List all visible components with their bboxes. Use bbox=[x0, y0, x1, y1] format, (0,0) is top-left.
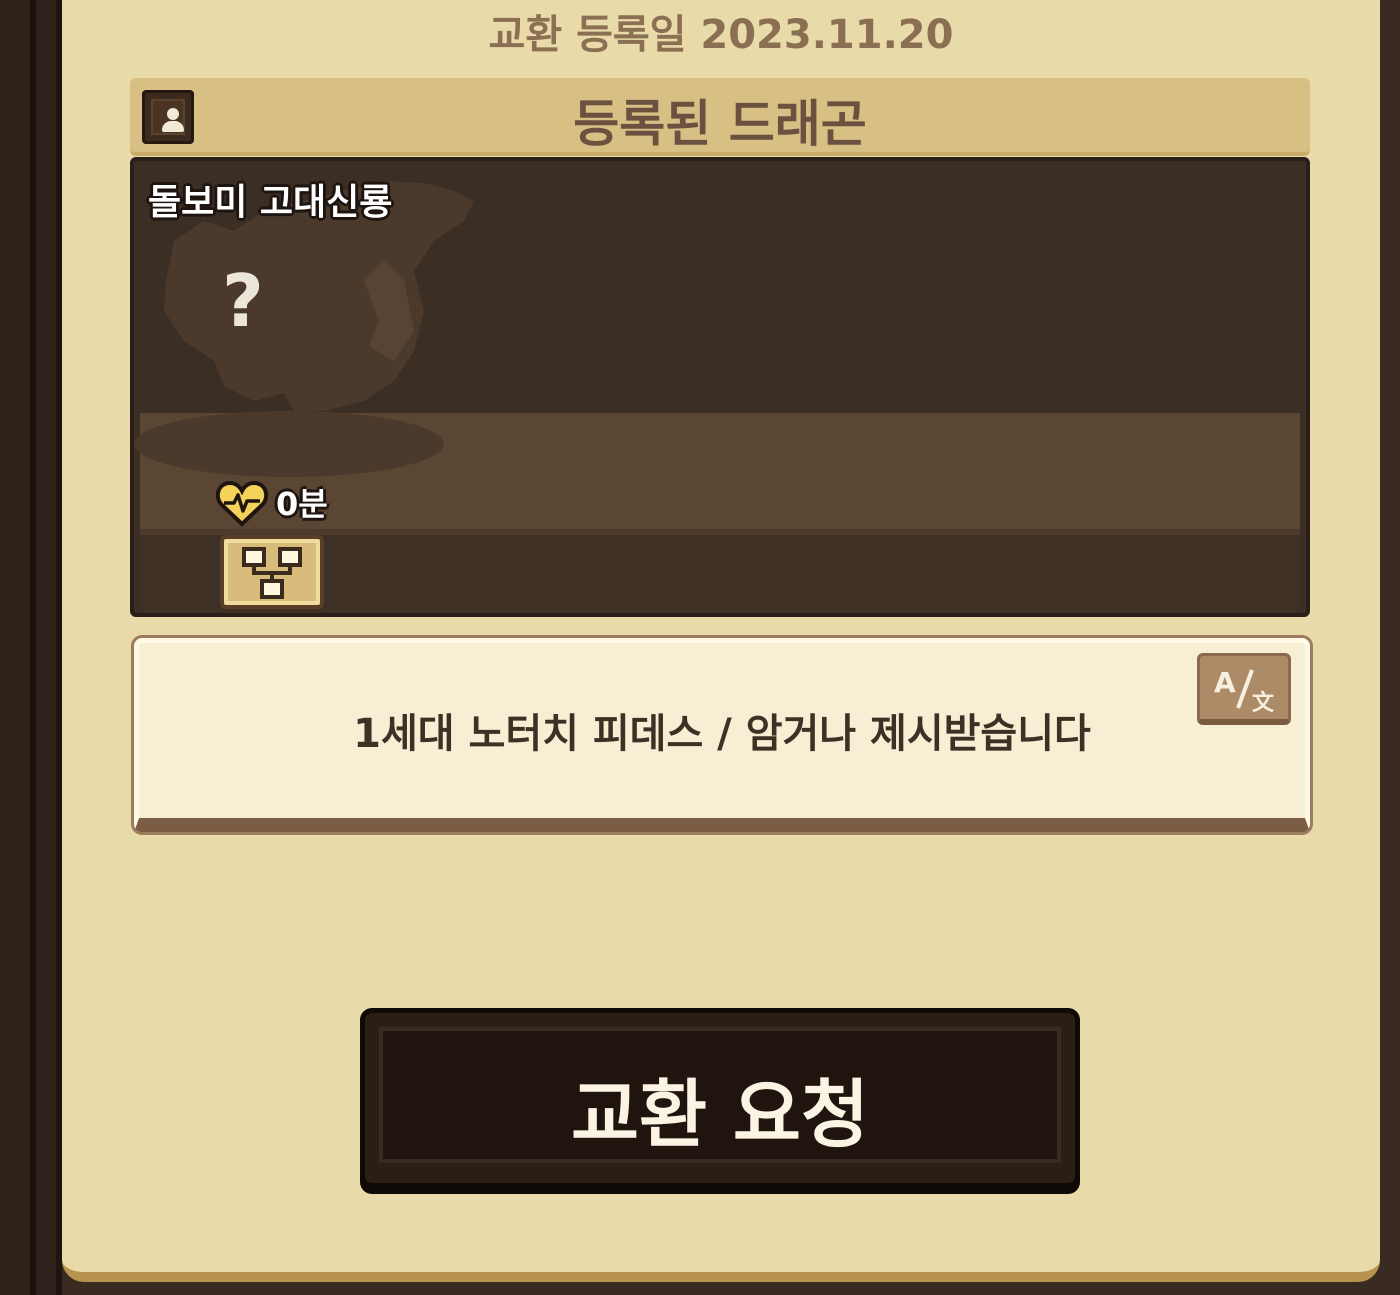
registered-dragon-header: 등록된 드래곤 bbox=[130, 78, 1310, 156]
svg-text:A: A bbox=[1214, 666, 1236, 699]
dragon-card[interactable]: 돌보미 고대신룡 ? 0분 bbox=[130, 157, 1310, 617]
trade-memo-box: 1세대 노터치 피데스 / 암거나 제시받습니다 A 文 bbox=[134, 638, 1310, 832]
trade-detail-panel: 교환 등록일 2023.11.20 등록된 드래곤 돌보미 고대신룡 ? 0분 bbox=[62, 0, 1380, 1282]
dragon-name: 돌보미 고대신룡 bbox=[148, 182, 393, 223]
heart-pulse-icon bbox=[216, 480, 268, 527]
trade-memo-text: 1세대 노터치 피데스 / 암거나 제시받습니다 bbox=[353, 711, 1091, 757]
registration-date: 교환 등록일 2023.11.20 bbox=[488, 12, 954, 58]
background-frame-left bbox=[0, 0, 62, 1295]
family-tree-button[interactable] bbox=[220, 535, 324, 609]
affection-time: 0분 bbox=[276, 485, 328, 523]
unknown-dragon-mark: ? bbox=[222, 259, 264, 343]
family-tree-icon bbox=[242, 547, 302, 599]
exchange-request-label: 교환 요청 bbox=[570, 1072, 870, 1158]
translate-icon: A 文 bbox=[1214, 666, 1275, 716]
exchange-request-button[interactable]: 교환 요청 bbox=[360, 1008, 1080, 1188]
translate-button[interactable]: A 文 bbox=[1197, 653, 1291, 725]
svg-text:文: 文 bbox=[1252, 690, 1275, 716]
section-title: 등록된 드래곤 bbox=[573, 95, 867, 153]
